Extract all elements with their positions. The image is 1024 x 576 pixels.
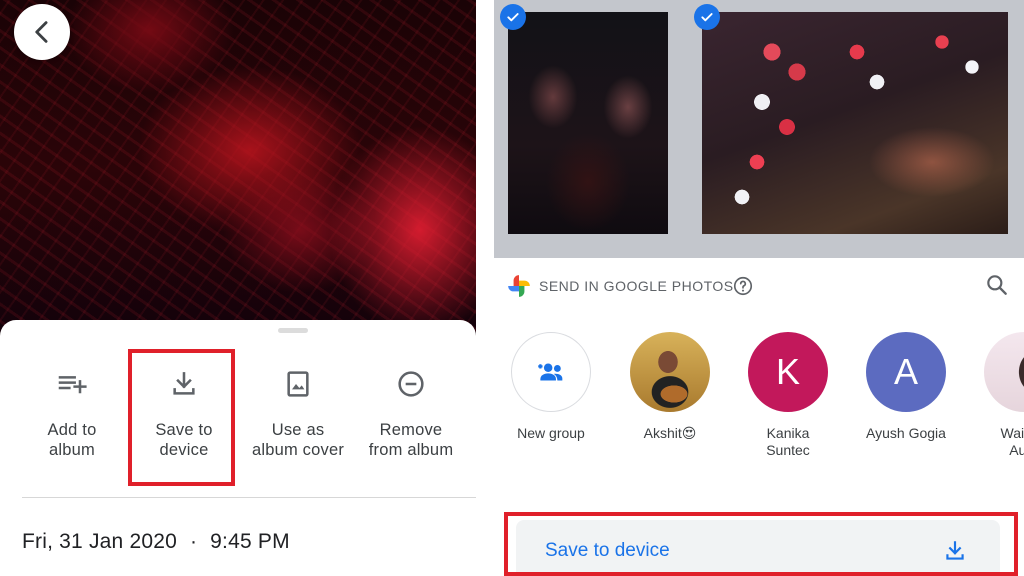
- contact-waiddo-aura[interactable]: Waiddo Aura: [969, 332, 1024, 459]
- photo-datetime: Fri, 31 Jan 2020 · 9:45 PM: [22, 530, 290, 554]
- photo-viewer-panel: Add to album Save to device Use as album…: [0, 0, 476, 576]
- selected-photos-grid: [494, 0, 1024, 258]
- google-photos-logo-icon: [508, 275, 530, 297]
- save-to-device-text: Save to device: [545, 540, 670, 561]
- contact-name: Ayush Gogia: [866, 425, 946, 441]
- contact-ayush-gogia[interactable]: A Ayush Gogia: [851, 332, 961, 442]
- contact-kanika-suntec[interactable]: K Kanika Suntec: [733, 332, 843, 459]
- photo-thumbnail[interactable]: [508, 12, 668, 234]
- download-icon: [946, 541, 964, 560]
- photo-time: 9:45 PM: [210, 530, 290, 553]
- contact-name: New group: [517, 425, 585, 441]
- add-to-album-button[interactable]: Add to album: [17, 360, 127, 480]
- avatar: [630, 332, 710, 412]
- save-to-device-label: Save to device: [155, 421, 213, 459]
- add-to-album-label: Add to album: [47, 421, 97, 459]
- divider: [22, 497, 476, 498]
- datetime-separator: ·: [189, 530, 198, 553]
- contact-name: Kanika Suntec: [766, 425, 810, 458]
- group-add-icon: [538, 363, 563, 381]
- avatar: [984, 332, 1024, 412]
- send-in-google-photos-header: SEND IN GOOGLE PHOTOS: [539, 278, 734, 294]
- photo-date: Fri, 31 Jan 2020: [22, 530, 177, 553]
- save-to-device-row[interactable]: Save to device: [516, 520, 1000, 576]
- contact-akshit[interactable]: Akshit😍: [615, 332, 725, 442]
- image-frame-icon: [287, 371, 309, 397]
- checkmark-icon[interactable]: [694, 4, 720, 30]
- remove-from-album-label: Remove from album: [368, 421, 454, 459]
- download-icon: [173, 372, 195, 395]
- search-icon[interactable]: [984, 272, 1010, 298]
- use-as-album-cover-label: Use as album cover: [251, 421, 345, 459]
- remove-from-album-button[interactable]: Remove from album: [356, 360, 466, 480]
- photo-preview: [0, 0, 476, 340]
- use-as-album-cover-button[interactable]: Use as album cover: [243, 360, 353, 480]
- help-icon[interactable]: [732, 275, 754, 297]
- photo-thumbnail[interactable]: [702, 12, 1008, 234]
- chevron-left-icon: [35, 21, 48, 43]
- save-to-device-button[interactable]: Save to device: [129, 360, 239, 480]
- back-button[interactable]: [14, 4, 70, 60]
- screenshot-root: Add to album Save to device Use as album…: [0, 0, 1024, 576]
- share-panel: SEND IN GOOGLE PHOTOS New group Akshit😍 …: [494, 0, 1024, 576]
- remove-circle-icon: [398, 371, 424, 397]
- contact-name: Waiddo Aura: [1000, 425, 1024, 458]
- contact-new-group[interactable]: New group: [496, 332, 606, 442]
- contact-name: Akshit😍: [643, 425, 697, 441]
- drag-handle[interactable]: [278, 328, 308, 333]
- playlist-add-icon: [58, 376, 87, 394]
- avatar: A: [866, 332, 946, 412]
- new-group-avatar: [511, 332, 591, 412]
- checkmark-icon[interactable]: [500, 4, 526, 30]
- avatar: K: [748, 332, 828, 412]
